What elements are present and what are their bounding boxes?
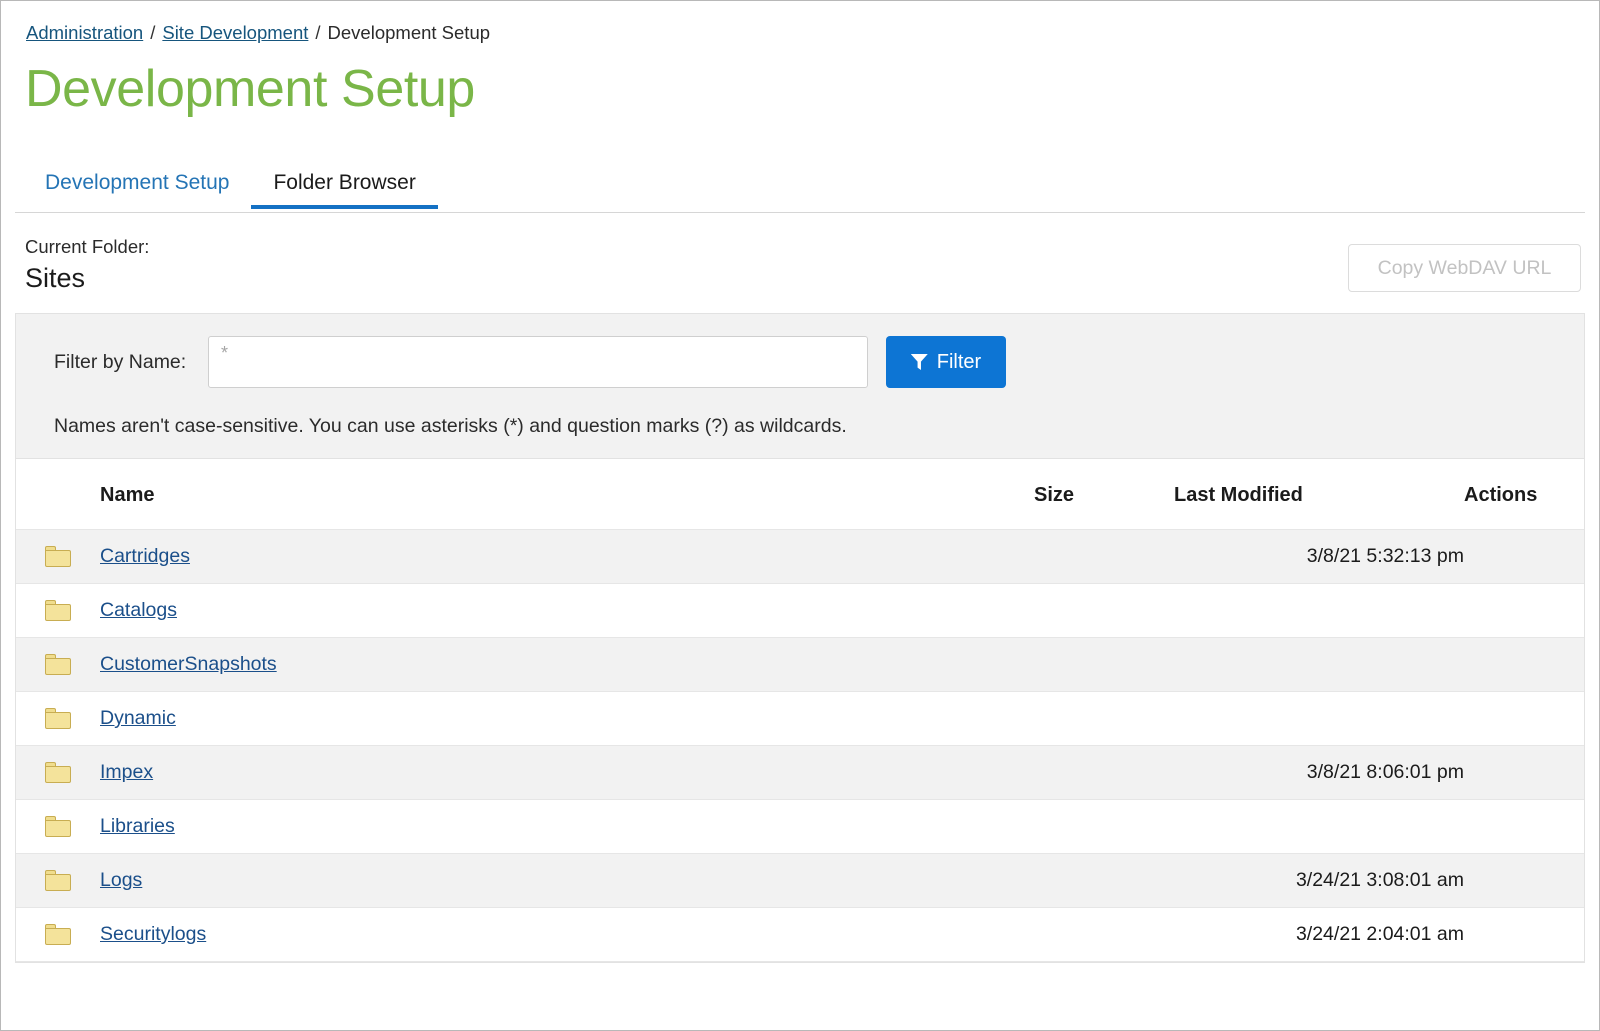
column-header-actions: Actions [1464, 459, 1584, 530]
folder-icon-cell [16, 745, 100, 800]
folder-icon [45, 870, 71, 891]
actions-cell [1464, 691, 1584, 746]
folder-link[interactable]: Cartridges [100, 545, 190, 567]
folder-icon-cell [16, 529, 100, 584]
file-table-container: Name Size Last Modified Actions Cartridg… [15, 458, 1585, 963]
actions-cell [1464, 529, 1584, 584]
page-root: Administration / Site Development / Developm… [1, 1, 1599, 1030]
folder-icon [45, 600, 71, 621]
folder-link[interactable]: CustomerSnapshots [100, 653, 277, 675]
breadcrumb-item-current: Development Setup [327, 22, 491, 43]
folder-link[interactable]: Catalogs [100, 599, 177, 621]
file-size-cell [1034, 691, 1174, 746]
table-row: Securitylogs 3/24/21 2:04:01 am [16, 907, 1584, 962]
folder-icon [45, 708, 71, 729]
folder-link[interactable]: Dynamic [100, 707, 176, 729]
breadcrumb-item-administration[interactable]: Administration [26, 22, 143, 43]
table-row: CustomerSnapshots [16, 637, 1584, 692]
actions-cell [1464, 853, 1584, 908]
file-name-cell: Securitylogs [100, 907, 1034, 962]
last-modified-cell: 3/24/21 3:08:01 am [1174, 853, 1464, 908]
last-modified-cell [1174, 799, 1464, 854]
folder-link[interactable]: Securitylogs [100, 923, 206, 945]
last-modified-cell [1174, 691, 1464, 746]
file-name-cell: Catalogs [100, 583, 1034, 638]
folder-icon [45, 546, 71, 567]
folder-icon [45, 762, 71, 783]
last-modified-cell: 3/8/21 8:06:01 pm [1174, 745, 1464, 800]
folder-icon-cell [16, 691, 100, 746]
funnel-icon [910, 354, 928, 370]
breadcrumb-item-site-development[interactable]: Site Development [162, 22, 308, 43]
table-row: Logs 3/24/21 3:08:01 am [16, 853, 1584, 908]
filter-by-name-label: Filter by Name: [54, 350, 187, 373]
actions-cell [1464, 799, 1584, 854]
tab-bar: Development Setup Folder Browser [15, 157, 1585, 213]
page-title: Development Setup [25, 60, 475, 118]
folder-icon-cell [16, 637, 100, 692]
actions-cell [1464, 637, 1584, 692]
file-name-cell: Dynamic [100, 691, 1034, 746]
table-row: Catalogs [16, 583, 1584, 638]
table-header-row: Name Size Last Modified Actions [16, 459, 1584, 530]
file-name-cell: CustomerSnapshots [100, 637, 1034, 692]
breadcrumb: Administration / Site Development / Developm… [15, 1, 1585, 44]
folder-link[interactable]: Libraries [100, 815, 175, 837]
column-header-size[interactable]: Size [1034, 459, 1174, 530]
file-name-cell: Cartridges [100, 529, 1034, 584]
folder-icon [45, 924, 71, 945]
file-size-cell [1034, 637, 1174, 692]
last-modified-cell [1174, 637, 1464, 692]
column-header-last-modified[interactable]: Last Modified [1174, 459, 1464, 530]
table-row: Cartridges 3/8/21 5:32:13 pm [16, 529, 1584, 584]
actions-cell [1464, 745, 1584, 800]
folder-icon-cell [16, 907, 100, 962]
tab-development-setup[interactable]: Development Setup [25, 157, 251, 209]
file-size-cell [1034, 799, 1174, 854]
filter-name-input[interactable] [208, 336, 868, 388]
folder-icon-cell [16, 853, 100, 908]
filter-button[interactable]: Filter [886, 336, 1006, 388]
filter-panel: Filter by Name: Filter Names aren't case… [15, 313, 1585, 458]
folder-link[interactable]: Impex [100, 761, 153, 783]
folder-icon [45, 816, 71, 837]
folder-icon [45, 654, 71, 675]
column-header-name[interactable]: Name [100, 459, 1034, 530]
actions-cell [1464, 907, 1584, 962]
file-size-cell [1034, 853, 1174, 908]
breadcrumb-separator: / [150, 22, 156, 43]
file-name-cell: Libraries [100, 799, 1034, 854]
column-header-icon [16, 459, 100, 530]
file-name-cell: Impex [100, 745, 1034, 800]
file-table-head: Name Size Last Modified Actions [16, 459, 1584, 530]
last-modified-cell: 3/8/21 5:32:13 pm [1174, 529, 1464, 584]
filter-button-label: Filter [936, 350, 982, 373]
file-name-cell: Logs [100, 853, 1034, 908]
file-size-cell [1034, 583, 1174, 638]
last-modified-cell: 3/24/21 2:04:01 am [1174, 907, 1464, 962]
copy-webdav-url-button[interactable]: Copy WebDAV URL [1348, 244, 1581, 292]
screenshot-frame: Administration / Site Development / Developm… [0, 0, 1600, 1031]
file-table-body: Cartridges 3/8/21 5:32:13 pm Catalogs Custo… [16, 529, 1584, 962]
tab-folder-browser[interactable]: Folder Browser [251, 157, 439, 209]
folder-link[interactable]: Logs [100, 869, 142, 891]
folder-icon-cell [16, 583, 100, 638]
last-modified-cell [1174, 583, 1464, 638]
current-folder-section: Current Folder: Sites Copy WebDAV URL [15, 213, 1585, 313]
filter-hint-text: Names aren't case-sensitive. You can use… [54, 415, 847, 437]
table-row: Impex 3/8/21 8:06:01 pm [16, 745, 1584, 800]
file-size-cell [1034, 745, 1174, 800]
actions-cell [1464, 583, 1584, 638]
file-size-cell [1034, 907, 1174, 962]
filter-row: Filter by Name: Filter [36, 336, 1564, 388]
table-row: Dynamic [16, 691, 1584, 746]
file-table: Name Size Last Modified Actions Cartridg… [16, 459, 1584, 962]
file-size-cell [1034, 529, 1174, 584]
table-row: Libraries [16, 799, 1584, 854]
folder-icon-cell [16, 799, 100, 854]
breadcrumb-separator: / [315, 22, 321, 43]
